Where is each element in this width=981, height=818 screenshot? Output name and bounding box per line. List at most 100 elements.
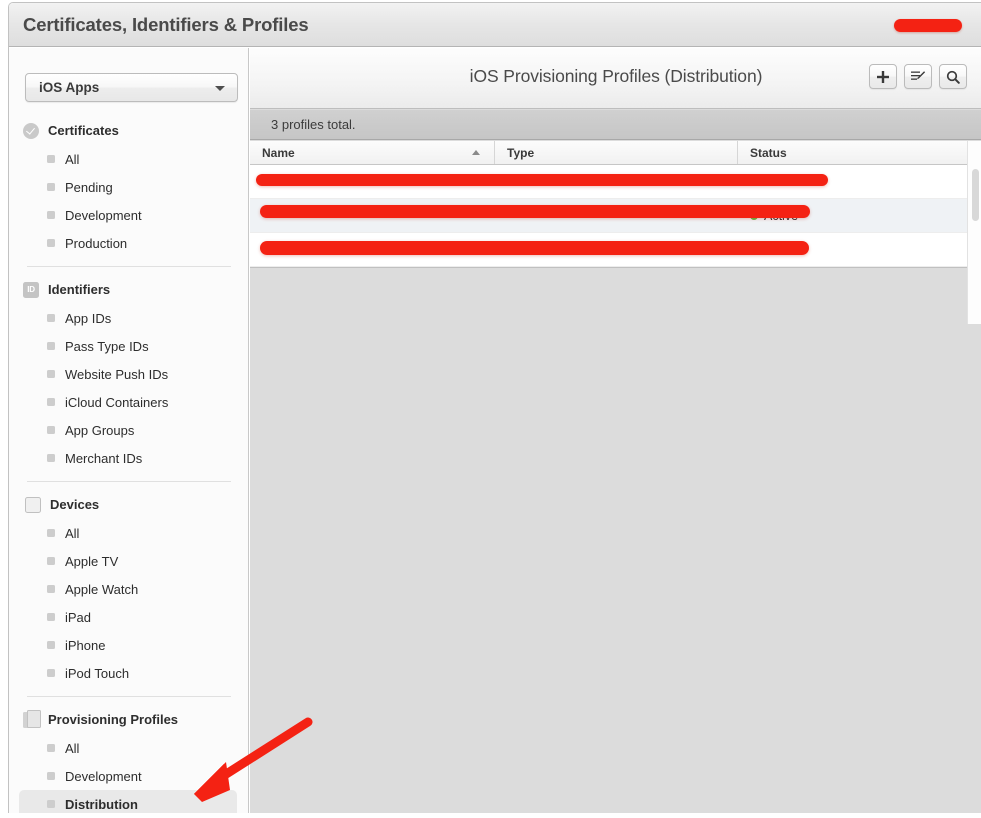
profile-count-text: 3 profiles total.	[271, 117, 356, 132]
sidebar-item-label: iPod Touch	[65, 665, 130, 681]
bullet-icon	[47, 426, 55, 434]
app-type-select[interactable]: iOS Apps	[25, 73, 238, 102]
chevron-down-icon	[215, 86, 225, 91]
device-phone-icon	[25, 496, 41, 513]
bullet-icon	[47, 155, 55, 163]
sidebar-item-label: Distribution	[65, 796, 138, 812]
sidebar-item-iphone[interactable]: iPhone	[9, 631, 248, 659]
sidebar-header-identifiers[interactable]: ID Identifiers	[9, 275, 248, 304]
status-dot-icon	[750, 211, 758, 220]
sidebar-item-app-groups[interactable]: App Groups	[9, 416, 248, 444]
sidebar-item-label: Pass Type IDs	[65, 338, 149, 354]
table-row[interactable]: Active	[250, 199, 981, 233]
row-redaction-mark	[260, 241, 809, 255]
search-icon	[946, 70, 960, 84]
table-scrollbar-thumb[interactable]	[972, 169, 979, 221]
window-titlebar: Certificates, Identifiers & Profiles	[9, 3, 981, 47]
sidebar-header-provisioning-profiles[interactable]: Provisioning Profiles	[9, 705, 248, 734]
add-profile-button[interactable]	[869, 64, 897, 89]
bullet-icon	[47, 183, 55, 191]
sidebar-item-apple-watch[interactable]: Apple Watch	[9, 575, 248, 603]
table-row[interactable]	[250, 165, 981, 199]
sidebar-header-label: Identifiers	[48, 282, 111, 297]
table-header-row: Name Type Status	[250, 141, 981, 165]
sidebar-item-label: All	[65, 151, 80, 167]
row-redaction-mark	[260, 205, 810, 218]
bullet-icon	[47, 557, 55, 565]
bullet-icon	[47, 800, 55, 808]
sidebar-item-label: Development	[65, 207, 142, 223]
sidebar-item-icloud-containers[interactable]: iCloud Containers	[9, 388, 248, 416]
sidebar-item-ipad[interactable]: iPad	[9, 603, 248, 631]
edit-pencil-icon	[911, 70, 926, 80]
sidebar-item-label: Apple TV	[65, 553, 119, 569]
sidebar-item-certificates-all[interactable]: All	[9, 145, 248, 173]
table-row[interactable]	[250, 233, 981, 267]
column-header-type[interactable]: Type	[495, 141, 738, 164]
plus-icon	[877, 70, 889, 83]
sidebar-item-ipod-touch[interactable]: iPod Touch	[9, 659, 248, 687]
page-title: Certificates, Identifiers & Profiles	[23, 14, 309, 35]
sort-ascending-icon	[472, 150, 480, 155]
nav-group-identifiers: ID Identifiers App IDs Pass Type IDs Web…	[9, 275, 248, 472]
app-type-select-label: iOS Apps	[39, 80, 100, 95]
certificate-seal-icon	[23, 122, 39, 139]
sidebar-item-certificates-production[interactable]: Production	[9, 229, 248, 257]
sidebar-nav: Certificates All Pending Development Pro…	[9, 116, 248, 813]
column-header-status[interactable]: Status	[738, 141, 968, 164]
sidebar-item-label: Development	[65, 768, 142, 784]
sidebar-item-certificates-pending[interactable]: Pending	[9, 173, 248, 201]
nav-divider	[27, 481, 231, 482]
cell-status	[738, 177, 968, 186]
bullet-icon	[47, 641, 55, 649]
bullet-icon	[47, 744, 55, 752]
table-scrollbar[interactable]	[967, 141, 981, 324]
cell-status: Active	[738, 209, 968, 223]
column-header-label: Status	[750, 146, 787, 160]
sidebar-item-label: Pending	[65, 179, 113, 195]
bullet-icon	[47, 342, 55, 350]
sidebar-header-devices[interactable]: Devices	[9, 490, 248, 519]
status-dot-icon	[750, 177, 758, 186]
bullet-icon	[47, 669, 55, 677]
bullet-icon	[47, 314, 55, 322]
nav-divider	[27, 266, 231, 267]
sidebar-item-devices-all[interactable]: All	[9, 519, 248, 547]
profiles-table: Name Type Status Active	[250, 141, 981, 268]
sidebar-item-label: iPad	[65, 609, 92, 625]
id-badge-icon: ID	[23, 281, 39, 298]
nav-group-certificates: Certificates All Pending Development Pro…	[9, 116, 248, 257]
sidebar-item-label: App Groups	[65, 422, 135, 438]
sidebar-item-merchant-ids[interactable]: Merchant IDs	[9, 444, 248, 472]
document-stack-icon	[23, 709, 41, 728]
edit-profile-button[interactable]	[904, 64, 932, 89]
column-header-name[interactable]: Name	[250, 141, 495, 164]
sidebar-item-label: Apple Watch	[65, 581, 139, 597]
bullet-icon	[47, 454, 55, 462]
sidebar-header-label: Certificates	[48, 123, 119, 138]
sidebar-item-profiles-development[interactable]: Development	[9, 762, 248, 790]
bullet-icon	[47, 211, 55, 219]
bullet-icon	[47, 613, 55, 621]
sidebar-header-certificates[interactable]: Certificates	[9, 116, 248, 145]
titlebar-redaction-mark	[894, 19, 962, 32]
sidebar-item-app-ids[interactable]: App IDs	[9, 304, 248, 332]
sidebar-item-certificates-development[interactable]: Development	[9, 201, 248, 229]
bullet-icon	[47, 370, 55, 378]
sidebar-item-profiles-all[interactable]: All	[9, 734, 248, 762]
sidebar-item-website-push-ids[interactable]: Website Push IDs	[9, 360, 248, 388]
sidebar-item-pass-type-ids[interactable]: Pass Type IDs	[9, 332, 248, 360]
sidebar-item-apple-tv[interactable]: Apple TV	[9, 547, 248, 575]
main-content: iOS Provisioning Profiles (Distribution)	[250, 48, 981, 813]
profile-count-bar: 3 profiles total.	[250, 110, 981, 140]
main-toolbar: iOS Provisioning Profiles (Distribution)	[250, 48, 981, 109]
column-header-label: Name	[262, 146, 295, 160]
sidebar-item-label: iCloud Containers	[65, 394, 169, 410]
search-button[interactable]	[939, 64, 967, 89]
sidebar-item-profiles-distribution[interactable]: Distribution	[19, 790, 237, 813]
bullet-icon	[47, 398, 55, 406]
bullet-icon	[47, 772, 55, 780]
toolbar-button-group	[869, 64, 967, 89]
sidebar-header-label: Provisioning Profiles	[48, 712, 179, 727]
status-label: Active	[764, 208, 799, 223]
